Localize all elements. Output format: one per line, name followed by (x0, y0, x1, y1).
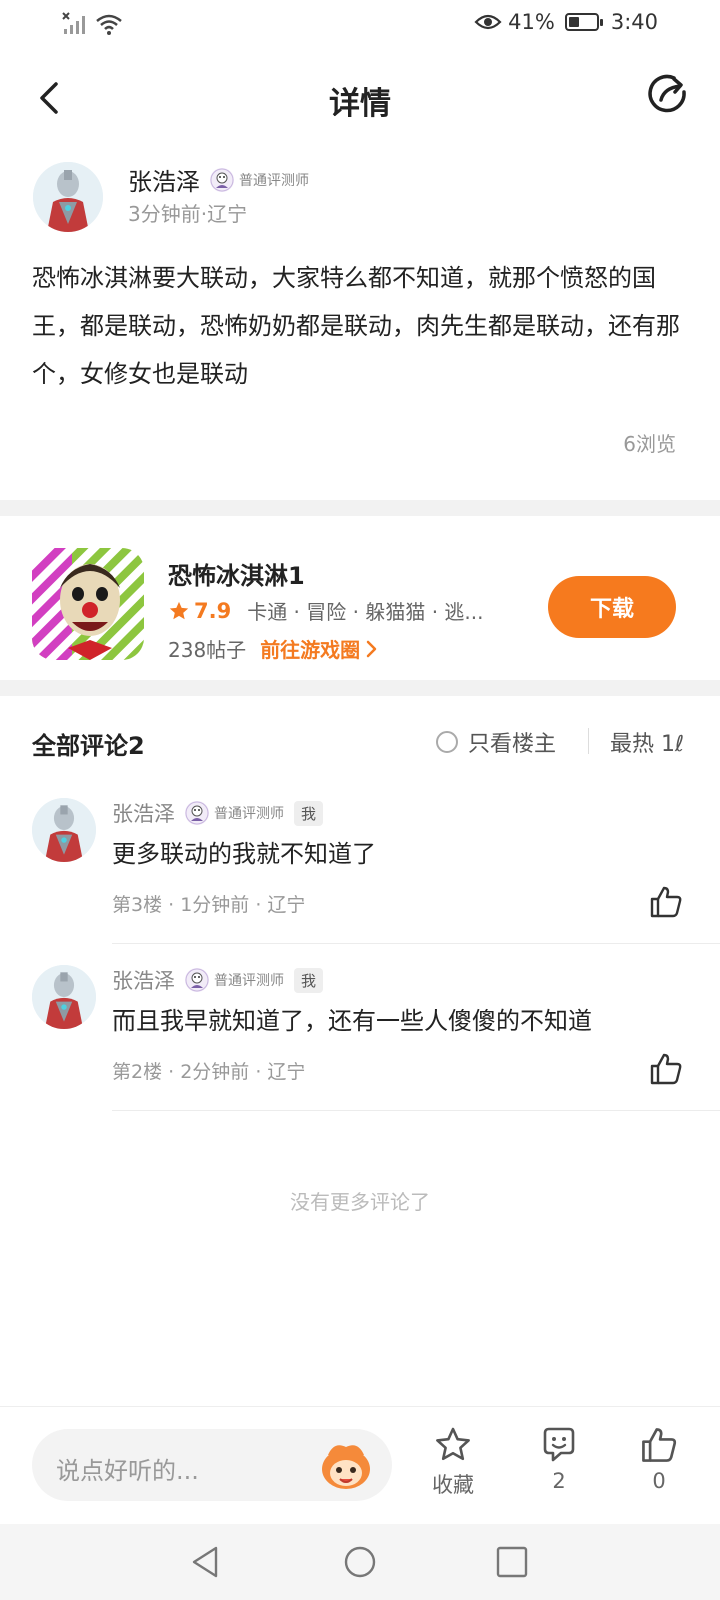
comment-input[interactable]: 说点好听的... (32, 1429, 392, 1501)
nav-recents-icon[interactable] (494, 1544, 530, 1580)
comment-divider (112, 943, 720, 944)
mascot-emoji-icon[interactable] (318, 1439, 374, 1491)
favorite-label: 收藏 (432, 1473, 474, 1497)
game-card[interactable]: 恐怖冰淇淋1 7.9 卡通 · 冒险 · 躲猫猫 · 逃... 238帖子 前往… (0, 516, 720, 680)
game-title[interactable]: 恐怖冰淇淋1 (168, 556, 305, 591)
nav-back-icon[interactable] (188, 1544, 224, 1580)
reviewer-badge-icon (185, 801, 209, 825)
only-op-radio[interactable] (436, 731, 458, 753)
goto-game-circle-label: 前往游戏圈 (260, 638, 361, 662)
game-stats-row: 238帖子 前往游戏圈 (168, 634, 378, 663)
reviewer-badge-label: 普通评测师 (214, 806, 284, 822)
game-tags: 卡通 · 冒险 · 躲猫猫 · 逃... (247, 600, 484, 624)
only-op-toggle[interactable]: 只看楼主 (436, 726, 556, 758)
favorite-button[interactable]: 收藏 (413, 1425, 493, 1499)
comment-meta: 第2楼 · 2分钟前 · 辽宁 (112, 1061, 306, 1083)
comment-input-placeholder: 说点好听的... (56, 1457, 199, 1485)
nav-home-icon[interactable] (342, 1544, 378, 1580)
comments-header: 全部评论2 只看楼主 最热 1ℓ (0, 712, 720, 772)
comment-text: 更多联动的我就不知道了 (112, 840, 376, 868)
section-divider (0, 500, 720, 516)
system-nav-bar (0, 1524, 720, 1600)
post-views: 6浏览 (623, 432, 676, 456)
no-signal-icon (62, 12, 85, 34)
comment-divider (112, 1110, 720, 1111)
battery-icon (564, 13, 603, 31)
battery-fill (568, 17, 580, 27)
status-right: 41% 3:40 (474, 10, 658, 34)
thumbs-up-icon (642, 1428, 677, 1462)
reviewer-badge-icon (210, 167, 234, 192)
header: 详情 (0, 58, 720, 138)
section-divider (0, 680, 720, 696)
reviewer-badge: 普通评测师 (185, 968, 284, 992)
only-op-label: 只看楼主 (468, 732, 557, 757)
me-tag: 我 (294, 967, 324, 993)
reviewer-badge: 普通评测师 (185, 801, 284, 825)
like-count: 0 (652, 1469, 666, 1493)
commenter-avatar[interactable] (32, 798, 96, 862)
page-title: 详情 (329, 86, 391, 122)
like-button[interactable] (648, 1051, 684, 1087)
comment-header: 张浩泽 普通评测师 我 (112, 798, 324, 828)
commenter-name[interactable]: 张浩泽 (112, 798, 175, 828)
status-left (62, 12, 124, 36)
thumbs-up-icon (650, 1053, 682, 1085)
author-avatar[interactable] (33, 162, 103, 232)
share-button[interactable] (644, 70, 692, 118)
author-name[interactable]: 张浩泽 (128, 162, 200, 197)
comment-bubble-icon (543, 1427, 575, 1462)
comment-text: 而且我早就知道了，还有一些人傻傻的不知道 (112, 1007, 592, 1035)
header-separator (588, 728, 589, 754)
comment-count: 2 (552, 1469, 566, 1493)
reviewer-badge-icon (185, 968, 209, 992)
post-author-row: 张浩泽 普通评测师 (128, 162, 309, 197)
comment-item: 张浩泽 普通评测师 我 而且我早就知道了，还有一些人傻傻的不知道 第2楼 · 2… (0, 965, 720, 1133)
wifi-icon (96, 14, 122, 35)
post: 张浩泽 普通评测师 3分钟前·辽宁 恐怖冰淇淋要大联动，大家特么都不知道，就那个… (0, 150, 720, 500)
eye-icon (474, 14, 502, 30)
comments-title: 全部评论2 (32, 732, 145, 760)
status-bar: 41% 3:40 (0, 0, 720, 50)
star-icon (169, 601, 189, 619)
game-icon[interactable] (32, 548, 144, 660)
goto-game-circle-link[interactable]: 前往游戏圈 (260, 634, 378, 663)
reviewer-badge-label: 普通评测师 (214, 973, 284, 989)
me-tag: 我 (294, 800, 324, 826)
game-rating-row: 7.9 卡通 · 冒险 · 躲猫猫 · 逃... (168, 596, 507, 625)
thumbs-up-icon (650, 886, 682, 918)
star-outline-icon (436, 1427, 470, 1461)
post-meta: 3分钟前·辽宁 (128, 202, 248, 226)
sort-selector[interactable]: 最热 1ℓ (610, 726, 690, 758)
post-body: 恐怖冰淇淋要大联动，大家特么都不知道，就那个愤怒的国王，都是联动，恐怖奶奶都是联… (32, 264, 680, 388)
download-button[interactable]: 下载 (548, 576, 676, 638)
no-more-comments: 没有更多评论了 (290, 1190, 430, 1214)
avatar-image (33, 162, 103, 232)
chevron-right-icon (366, 640, 377, 657)
comment-meta: 第3楼 · 1分钟前 · 辽宁 (112, 894, 306, 916)
game-posts-count: 238帖子 (168, 638, 247, 662)
comment-item: 张浩泽 普通评测师 我 更多联动的我就不知道了 第3楼 · 1分钟前 · 辽宁 (0, 798, 720, 966)
battery-percent: 41% (508, 10, 555, 34)
comment-count-button[interactable]: 2 (519, 1425, 599, 1493)
bottom-action-bar: 说点好听的... 收藏 2 0 (0, 1406, 720, 1524)
commenter-avatar[interactable] (32, 965, 96, 1029)
clock: 3:40 (610, 10, 658, 34)
reviewer-badge-label: 普通评测师 (239, 172, 309, 189)
game-rating: 7.9 (194, 598, 232, 623)
like-post-button[interactable]: 0 (619, 1425, 699, 1493)
reviewer-badge: 普通评测师 (210, 167, 309, 192)
share-icon (648, 74, 686, 113)
like-button[interactable] (648, 884, 684, 920)
commenter-name[interactable]: 张浩泽 (112, 965, 175, 995)
comment-header: 张浩泽 普通评测师 我 (112, 965, 324, 995)
